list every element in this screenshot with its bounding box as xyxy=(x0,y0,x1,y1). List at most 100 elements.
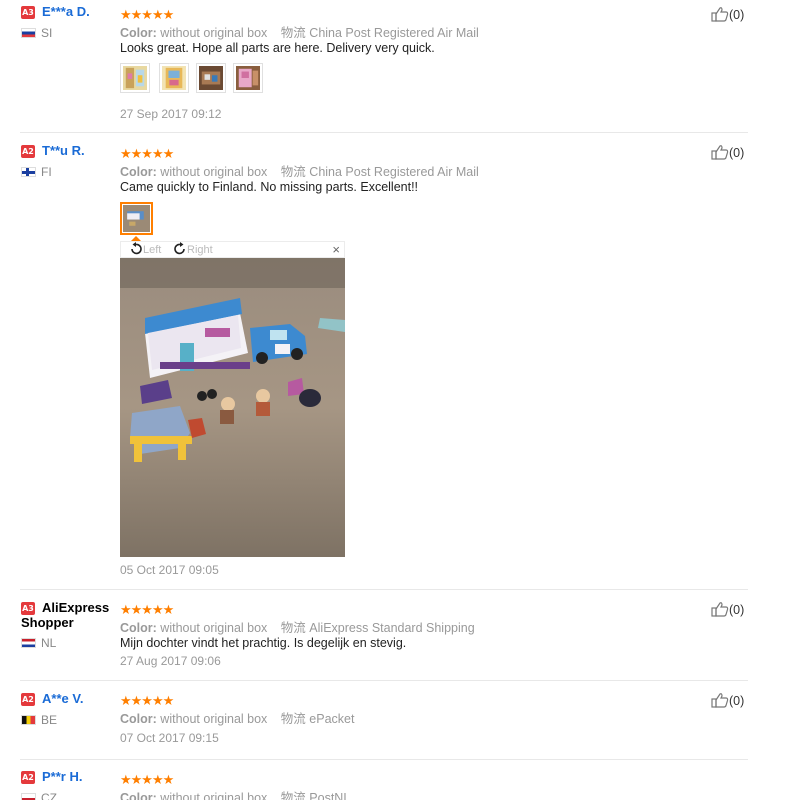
order-attributes: Color: without original box 物流 ePacket xyxy=(120,708,354,727)
review-photo-thumb[interactable] xyxy=(196,63,226,93)
czech-flag-icon xyxy=(21,793,36,800)
photo-image xyxy=(123,66,147,90)
five-stars-icon: ★★★★★ xyxy=(120,694,174,709)
buyer-country: BE xyxy=(21,713,57,727)
helpful-button[interactable]: (0) xyxy=(711,601,744,617)
country-code: BE xyxy=(41,713,58,727)
helpful-count: (0) xyxy=(729,146,745,160)
feedback-item: A2 P**r H. CZ ★★★★★ Color: without origi… xyxy=(0,765,748,800)
color-label: Color: xyxy=(120,621,157,635)
divider xyxy=(20,759,748,760)
helpful-button[interactable]: (0) xyxy=(711,144,744,160)
rotate-right-button[interactable]: Right xyxy=(173,242,213,258)
helpful-count: (0) xyxy=(729,8,745,22)
rotate-left-label: Left xyxy=(143,244,162,256)
photo-image xyxy=(162,66,186,90)
color-value: without original box xyxy=(160,791,268,800)
photo-image xyxy=(120,258,345,557)
divider xyxy=(20,132,748,133)
shipping-value: China Post Registered Air Mail xyxy=(309,26,479,40)
star-rating: ★★★★★ xyxy=(120,771,174,787)
star-rating: ★★★★★ xyxy=(120,601,174,617)
five-stars-icon: ★★★★★ xyxy=(120,8,174,23)
star-rating: ★★★★★ xyxy=(120,692,174,708)
review-photo-thumb[interactable] xyxy=(159,63,189,93)
color-label: Color: xyxy=(120,712,157,726)
buyer-country: SI xyxy=(21,26,52,40)
buyer-country: NL xyxy=(21,636,56,650)
thumbs-up-icon xyxy=(711,602,729,617)
order-attributes: Color: without original box 物流 PostNL xyxy=(120,787,350,800)
rotate-right-icon xyxy=(174,242,185,255)
buyer-level-badge: A2 xyxy=(21,693,35,706)
review-photo-thumb[interactable] xyxy=(120,63,150,93)
buyer-name-link[interactable]: E***a D. xyxy=(42,4,90,19)
buyer-name-link[interactable]: A**e V. xyxy=(42,691,83,706)
buyer-level-badge: A2 xyxy=(21,771,35,784)
country-code: NL xyxy=(41,636,57,650)
order-attributes: Color: without original box 物流 AliExpres… xyxy=(120,617,475,636)
thumbs-up-icon xyxy=(711,145,729,160)
color-label: Color: xyxy=(120,165,157,179)
feedback-item: A3 E***a D. SI ★★★★★ Color: without orig… xyxy=(0,0,748,130)
shipping-value: AliExpress Standard Shipping xyxy=(309,621,475,635)
shipping-value: PostNL xyxy=(309,791,351,800)
country-code: SI xyxy=(41,26,53,40)
close-icon[interactable]: × xyxy=(332,242,340,257)
order-attributes: Color: without original box 物流 China Pos… xyxy=(120,22,479,41)
photo-image xyxy=(123,205,150,232)
review-photo-thumb[interactable] xyxy=(233,63,263,93)
slovenia-flag-icon xyxy=(21,28,36,38)
color-value: without original box xyxy=(160,26,268,40)
helpful-count: (0) xyxy=(729,694,745,708)
review-date: 05 Oct 2017 09:05 xyxy=(120,563,219,577)
color-value: without original box xyxy=(160,165,268,179)
review-text: Looks great. Hope all parts are here. De… xyxy=(120,41,435,55)
shipping-label: 物流 xyxy=(280,621,306,635)
color-label: Color: xyxy=(120,26,157,40)
belgium-flag-icon xyxy=(21,715,36,725)
five-stars-icon: ★★★★★ xyxy=(120,603,174,618)
shipping-label: 物流 xyxy=(280,791,306,800)
review-text: Came quickly to Finland. No missing part… xyxy=(120,180,419,194)
order-attributes: Color: without original box 物流 China Pos… xyxy=(120,161,479,180)
helpful-count: (0) xyxy=(729,603,745,617)
photo-image xyxy=(199,66,223,90)
review-text: Mijn dochter vindt het prachtig. Is dege… xyxy=(120,636,407,650)
country-code: FI xyxy=(41,165,52,179)
shipping-label: 物流 xyxy=(280,26,306,40)
rotate-right-label: Right xyxy=(187,244,213,256)
photo-image xyxy=(236,66,260,90)
divider xyxy=(20,680,748,681)
review-date: 27 Aug 2017 09:06 xyxy=(120,654,221,668)
buyer-level-badge: A3 xyxy=(21,6,35,19)
feedback-item: A3 AliExpress Shopper NL ★★★★★ Color: wi… xyxy=(0,595,748,675)
color-value: without original box xyxy=(160,621,268,635)
helpful-button[interactable]: (0) xyxy=(711,6,744,22)
buyer-country: CZ xyxy=(21,791,57,800)
rotate-left-icon xyxy=(131,242,142,255)
buyer-country: FI xyxy=(21,165,52,179)
rotate-left-button[interactable]: Left xyxy=(129,242,161,258)
five-stars-icon: ★★★★★ xyxy=(120,773,174,788)
expanded-review-photo xyxy=(120,258,345,557)
country-code: CZ xyxy=(41,791,57,800)
buyer-name[interactable]: AliExpress Shopper xyxy=(21,600,117,630)
star-rating: ★★★★★ xyxy=(120,6,174,22)
color-label: Color: xyxy=(120,791,157,800)
thumbs-up-icon xyxy=(711,693,729,708)
review-date: 27 Sep 2017 09:12 xyxy=(120,107,222,121)
divider xyxy=(20,589,748,590)
buyer-name-link[interactable]: P**r H. xyxy=(42,769,82,784)
review-date: 07 Oct 2017 09:15 xyxy=(120,731,219,745)
color-value: without original box xyxy=(160,712,268,726)
five-stars-icon: ★★★★★ xyxy=(120,147,174,162)
buyer-name-link[interactable]: T**u R. xyxy=(42,143,85,158)
shipping-label: 物流 xyxy=(280,165,306,179)
buyer-level-badge: A2 xyxy=(21,145,35,158)
shipping-value: ePacket xyxy=(309,712,355,726)
helpful-button[interactable]: (0) xyxy=(711,692,744,708)
review-photo-thumb-selected[interactable] xyxy=(120,202,153,235)
star-rating: ★★★★★ xyxy=(120,145,174,161)
netherlands-flag-icon xyxy=(21,638,36,648)
